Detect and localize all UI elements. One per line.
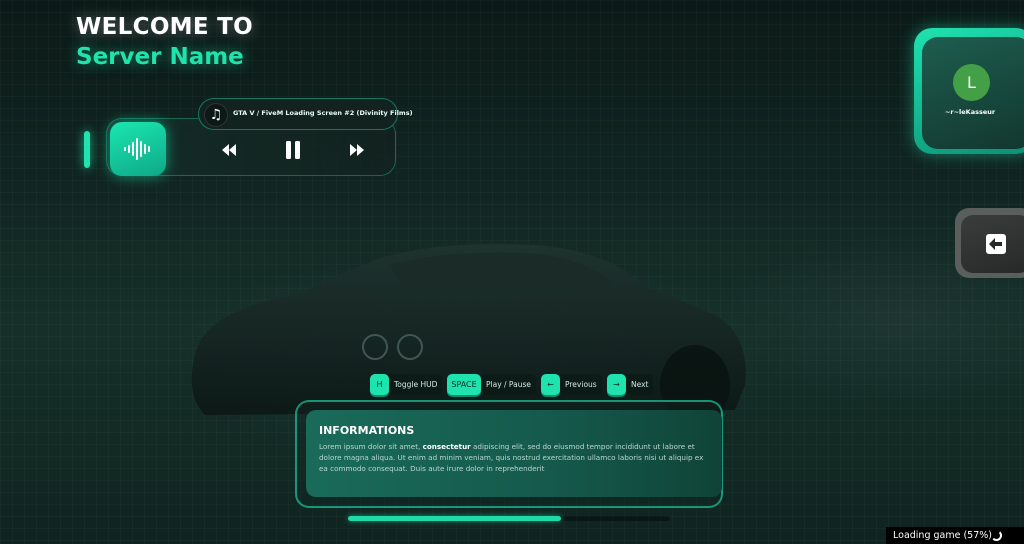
exit-button[interactable] <box>961 215 1024 273</box>
hint-label: Play / Pause <box>481 374 536 395</box>
key-arrow-right: → <box>607 374 626 395</box>
hint-next: → Next <box>607 374 654 395</box>
server-name: Server Name <box>76 44 244 70</box>
music-note-icon: ♫ <box>204 103 228 127</box>
rewind-icon <box>222 144 236 156</box>
hint-toggle-hud: H Toggle HUD <box>370 374 443 395</box>
pause-button[interactable] <box>282 140 304 160</box>
loading-progress-fill <box>348 516 561 521</box>
player-accent-bar <box>84 131 90 168</box>
pause-icon <box>286 141 300 159</box>
fast-forward-icon <box>350 144 364 156</box>
info-text: Lorem ipsum dolor sit amet, consectetur … <box>319 442 704 473</box>
hint-label: Toggle HUD <box>389 374 443 395</box>
loading-progress-bar <box>348 516 670 521</box>
username: ~r~leKasseur <box>944 108 996 116</box>
next-track-button[interactable] <box>346 140 368 160</box>
hint-label: Next <box>626 374 654 395</box>
welcome-title: WELCOME TO Server Name <box>76 14 253 70</box>
loading-spinner-icon <box>991 530 1002 541</box>
key-arrow-left: ← <box>541 374 560 395</box>
key-h: H <box>370 374 389 395</box>
hint-label: Previous <box>560 374 602 395</box>
key-space: SPACE <box>447 374 481 395</box>
hint-play-pause: SPACE Play / Pause <box>447 374 536 395</box>
soundwave-button[interactable] <box>110 122 166 176</box>
hint-previous: ← Previous <box>541 374 602 395</box>
info-title: INFORMATIONS <box>319 424 415 437</box>
track-name: GTA V / FiveM Loading Screen #2 (Divinit… <box>233 109 413 117</box>
arrow-left-icon <box>986 234 1006 254</box>
soundwave-icon <box>124 138 150 160</box>
previous-track-button[interactable] <box>218 140 240 160</box>
welcome-heading: WELCOME TO <box>76 14 254 40</box>
avatar: L <box>953 64 990 101</box>
loading-status: Loading game (57%) <box>886 527 1024 544</box>
